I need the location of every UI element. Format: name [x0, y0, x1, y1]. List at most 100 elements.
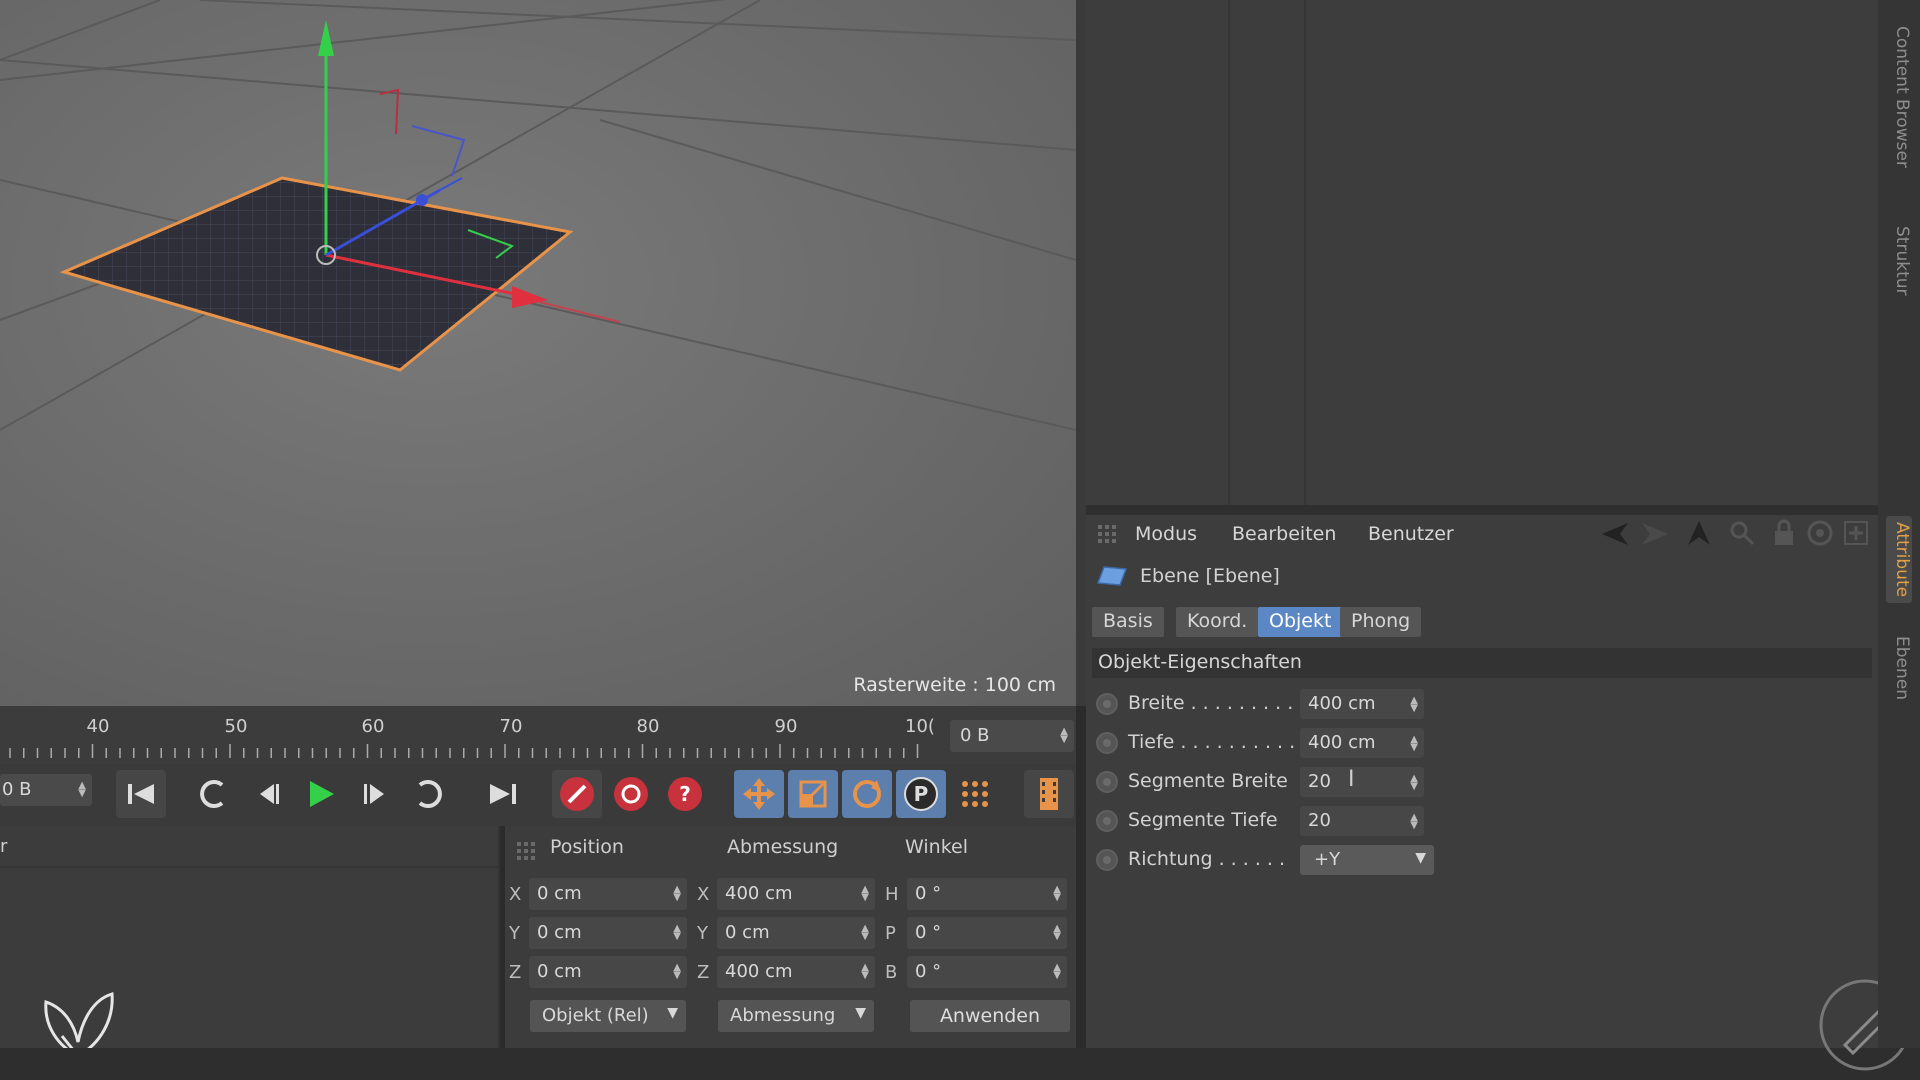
spin-arrows-icon[interactable]: ▲ ▼	[861, 924, 869, 942]
axis-label: Y	[509, 923, 520, 944]
width-field[interactable]: 400 cm ▲ ▼	[1300, 689, 1424, 719]
rotation-b-value: 0 °	[915, 961, 942, 982]
position-x-field[interactable]: 0 cm ▲ ▼	[529, 878, 687, 910]
current-frame-value: 0 B	[2, 779, 32, 800]
step-back-button[interactable]	[244, 770, 294, 818]
transport-bar: 0 B ▲ ▼ ? P	[0, 764, 1076, 826]
size-x-field[interactable]: 400 cm ▲ ▼	[717, 878, 875, 910]
step-forward-button[interactable]	[350, 770, 400, 818]
current-frame-field[interactable]: 0 B ▲ ▼	[0, 774, 92, 806]
tab-structure[interactable]: Struktur	[1886, 220, 1912, 302]
key-parameter-toggle[interactable]: P	[896, 770, 946, 818]
z-axis-dot[interactable]	[416, 194, 428, 206]
spin-arrows-icon[interactable]: ▲ ▼	[1410, 774, 1418, 792]
left-bottom-panel: r	[0, 826, 500, 1058]
key-rotation-toggle[interactable]	[842, 770, 892, 818]
tab-coordinates[interactable]: Koord.	[1176, 607, 1259, 637]
spin-arrows-icon[interactable]: ▲ ▼	[1053, 885, 1061, 903]
previous-key-button[interactable]	[188, 770, 238, 818]
position-z-field[interactable]: 0 cm ▲ ▼	[529, 956, 687, 988]
width-segments-field[interactable]: 20 I ▲ ▼	[1300, 767, 1424, 797]
axis-label: B	[885, 962, 898, 983]
auto-key-button[interactable]	[606, 770, 656, 818]
animate-radio[interactable]	[1096, 732, 1118, 754]
coordinate-mode-dropdown[interactable]: Objekt (Rel) ▼	[530, 1000, 686, 1032]
axis-label: Y	[697, 923, 708, 944]
rotation-b-field[interactable]: 0 ° ▲ ▼	[907, 956, 1067, 988]
plane-object-icon	[1096, 566, 1128, 586]
position-x-value: 0 cm	[537, 883, 582, 904]
tab-attributes[interactable]: Attribute	[1886, 516, 1912, 604]
spin-arrows-icon[interactable]: ▲ ▼	[861, 885, 869, 903]
size-mode-dropdown[interactable]: Abmessung ▼	[718, 1000, 874, 1032]
loop-forward-icon	[418, 780, 442, 808]
side-tabs-bar: Content Browser Struktur Attribute Ebene…	[1878, 0, 1920, 1048]
play-button[interactable]	[296, 770, 346, 818]
forward-arrow-icon[interactable]	[1640, 521, 1670, 547]
animate-radio[interactable]	[1096, 849, 1118, 871]
up-arrow-icon[interactable]	[1686, 519, 1712, 547]
section-header[interactable]: Objekt-Eigenschaften	[1092, 648, 1872, 678]
key-position-toggle[interactable]	[734, 770, 784, 818]
timeline-window-button[interactable]	[1024, 770, 1074, 818]
spin-arrows-icon[interactable]: ▲ ▼	[1053, 963, 1061, 981]
chevron-down-icon: ▼	[667, 1005, 678, 1021]
next-key-button[interactable]	[404, 770, 454, 818]
depth-segments-field[interactable]: 20 ▲ ▼	[1300, 806, 1424, 836]
menu-edit[interactable]: Bearbeiten	[1232, 523, 1336, 545]
axis-label: Z	[697, 962, 710, 983]
spin-arrows-icon[interactable]: ▲ ▼	[673, 963, 681, 981]
key-scale-toggle[interactable]	[788, 770, 838, 818]
position-z-value: 0 cm	[537, 961, 582, 982]
spin-arrows-icon[interactable]: ▲ ▼	[78, 781, 86, 799]
spin-arrows-icon[interactable]: ▲ ▼	[1410, 813, 1418, 831]
3d-viewport[interactable]: Rasterweite : 100 cm	[0, 0, 1076, 706]
tab-basis[interactable]: Basis	[1092, 607, 1164, 637]
panel-divider[interactable]	[1086, 505, 1878, 515]
search-icon[interactable]	[1728, 519, 1756, 547]
size-header: Abmessung	[727, 836, 839, 858]
spin-arrows-icon[interactable]: ▲ ▼	[1410, 696, 1418, 714]
apply-button[interactable]: Anwenden	[910, 1000, 1070, 1032]
go-to-start-button[interactable]	[116, 770, 166, 818]
size-z-field[interactable]: 400 cm ▲ ▼	[717, 956, 875, 988]
spin-arrows-icon[interactable]: ▲ ▼	[673, 924, 681, 942]
depth-field[interactable]: 400 cm ▲ ▼	[1300, 728, 1424, 758]
orientation-dropdown[interactable]: +Y ▼	[1300, 845, 1434, 875]
width-value: 400 cm	[1308, 693, 1376, 714]
keyframe-selection-button[interactable]: ?	[660, 770, 710, 818]
record-keys-button[interactable]	[552, 770, 602, 818]
animate-radio[interactable]	[1096, 810, 1118, 832]
panel-grip-icon[interactable]	[515, 840, 537, 862]
new-panel-icon[interactable]	[1842, 519, 1870, 547]
tab-content-browser[interactable]: Content Browser	[1886, 20, 1912, 174]
back-arrow-icon[interactable]	[1600, 521, 1630, 547]
left-panel-header-fragment: r	[0, 836, 8, 857]
position-y-field[interactable]: 0 cm ▲ ▼	[529, 917, 687, 949]
tab-layers[interactable]: Ebenen	[1886, 630, 1912, 706]
spin-arrows-icon[interactable]: ▲ ▼	[1060, 727, 1068, 745]
menu-user[interactable]: Benutzer	[1368, 523, 1454, 545]
menu-mode[interactable]: Modus	[1135, 523, 1197, 545]
lock-icon[interactable]	[1772, 519, 1796, 547]
object-manager-panel[interactable]	[1086, 0, 1878, 505]
target-icon[interactable]	[1806, 519, 1834, 547]
ruler-ticks	[9, 744, 919, 758]
tab-object[interactable]: Objekt	[1258, 607, 1343, 637]
animate-radio[interactable]	[1096, 771, 1118, 793]
timeline-ruler[interactable]: 40 50 60 70 80 90 10( 0 B ▲ ▼	[0, 706, 1076, 764]
rotation-p-field[interactable]: 0 ° ▲ ▼	[907, 917, 1067, 949]
spin-arrows-icon[interactable]: ▲ ▼	[861, 963, 869, 981]
rotation-h-field[interactable]: 0 ° ▲ ▼	[907, 878, 1067, 910]
key-point-level-toggle[interactable]	[950, 770, 1000, 818]
end-frame-field[interactable]: 0 B ▲ ▼	[950, 720, 1074, 752]
size-y-field[interactable]: 0 cm ▲ ▼	[717, 917, 875, 949]
tab-phong[interactable]: Phong	[1340, 607, 1422, 637]
spin-arrows-icon[interactable]: ▲ ▼	[673, 885, 681, 903]
panel-grip-icon[interactable]	[1096, 523, 1118, 545]
go-to-end-button[interactable]	[478, 770, 528, 818]
spin-arrows-icon[interactable]: ▲ ▼	[1410, 735, 1418, 753]
animate-radio[interactable]	[1096, 693, 1118, 715]
spin-arrows-icon[interactable]: ▲ ▼	[1053, 924, 1061, 942]
tick-label: 80	[636, 716, 660, 737]
